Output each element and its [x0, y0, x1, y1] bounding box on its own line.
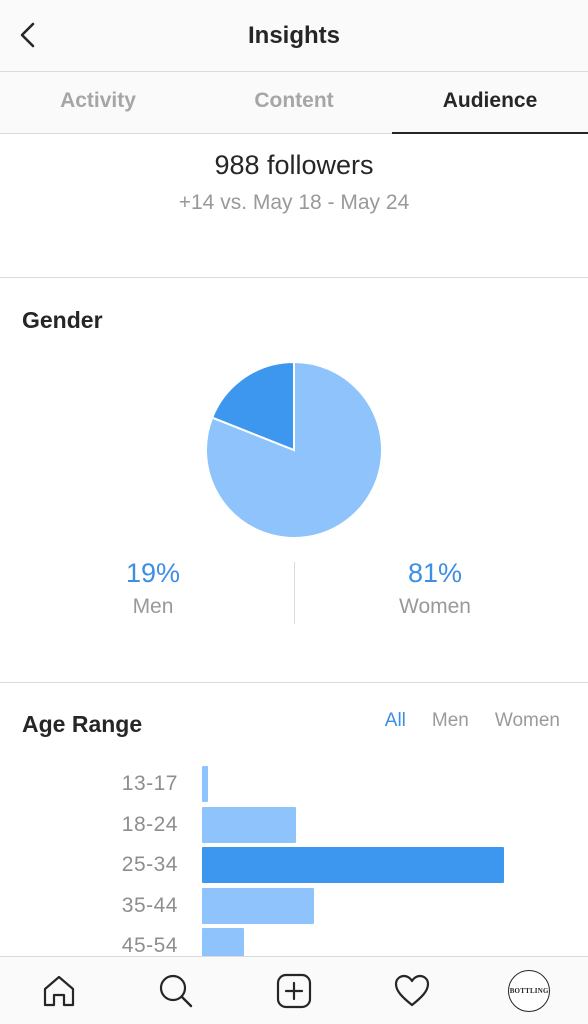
age-bar-label: 35-44 — [121, 893, 178, 917]
age-bar-label: 18-24 — [121, 812, 178, 836]
age-filter-women[interactable]: Women — [495, 710, 560, 732]
age-bar — [202, 806, 296, 843]
bottom-nav-bar: BOTTLING — [0, 956, 588, 1024]
age-bar-row: 13-17 — [0, 766, 588, 804]
age-range-title: Age Range — [22, 711, 143, 737]
home-icon[interactable] — [37, 969, 81, 1013]
tab-activity[interactable]: Activity — [0, 72, 196, 133]
women-percent: 81% — [407, 558, 463, 588]
age-bar-label: 25-34 — [121, 853, 178, 876]
age-bar-row: 18-24 — [0, 806, 588, 845]
age-range-bar-chart: 13-17 18-24 25-34 35-44 45-54 — [0, 764, 588, 956]
men-label: Men — [132, 595, 174, 618]
age-bar — [202, 847, 504, 883]
age-filter-all[interactable]: All — [385, 710, 406, 732]
add-post-icon[interactable] — [272, 969, 316, 1013]
gender-men-stat: 19% Men — [6, 558, 300, 619]
followers-count: 988 followers — [214, 150, 374, 180]
tab-content[interactable]: Content — [196, 72, 392, 133]
section-divider — [0, 682, 588, 683]
age-bar-row: 35-44 — [0, 887, 588, 926]
avatar-logo-text: BOTTLING — [509, 986, 549, 995]
gender-title: Gender — [22, 307, 103, 333]
gender-pie-chart — [205, 361, 383, 539]
page-title: Insights — [247, 22, 340, 49]
age-bar — [202, 766, 209, 802]
age-filter-group: All Men Women — [359, 710, 560, 732]
followers-summary: 988 followers +14 vs. May 18 - May 24 — [0, 150, 588, 215]
age-filter-men[interactable]: Men — [432, 710, 469, 732]
search-icon[interactable] — [154, 969, 198, 1013]
profile-tab[interactable]: BOTTLING — [507, 969, 551, 1013]
section-divider — [0, 277, 588, 278]
age-bar-label: 45-54 — [121, 934, 178, 956]
age-bar-label: 13-17 — [121, 772, 178, 795]
men-percent: 19% — [125, 558, 181, 588]
age-bar — [202, 887, 314, 924]
tab-audience[interactable]: Audience — [392, 72, 588, 134]
profile-avatar[interactable]: BOTTLING — [508, 969, 551, 1012]
heart-icon[interactable] — [390, 969, 434, 1013]
tab-bar: Activity Content Audience — [0, 72, 588, 134]
gender-women-stat: 81% Women — [288, 558, 582, 619]
nav-bar: Insights — [0, 0, 588, 72]
age-bar-row: 45-54 — [0, 928, 588, 956]
women-label: Women — [399, 595, 471, 618]
age-bar-row: 25-34 — [0, 847, 588, 885]
age-bar — [202, 928, 245, 956]
followers-change: +14 vs. May 18 - May 24 — [178, 191, 410, 214]
